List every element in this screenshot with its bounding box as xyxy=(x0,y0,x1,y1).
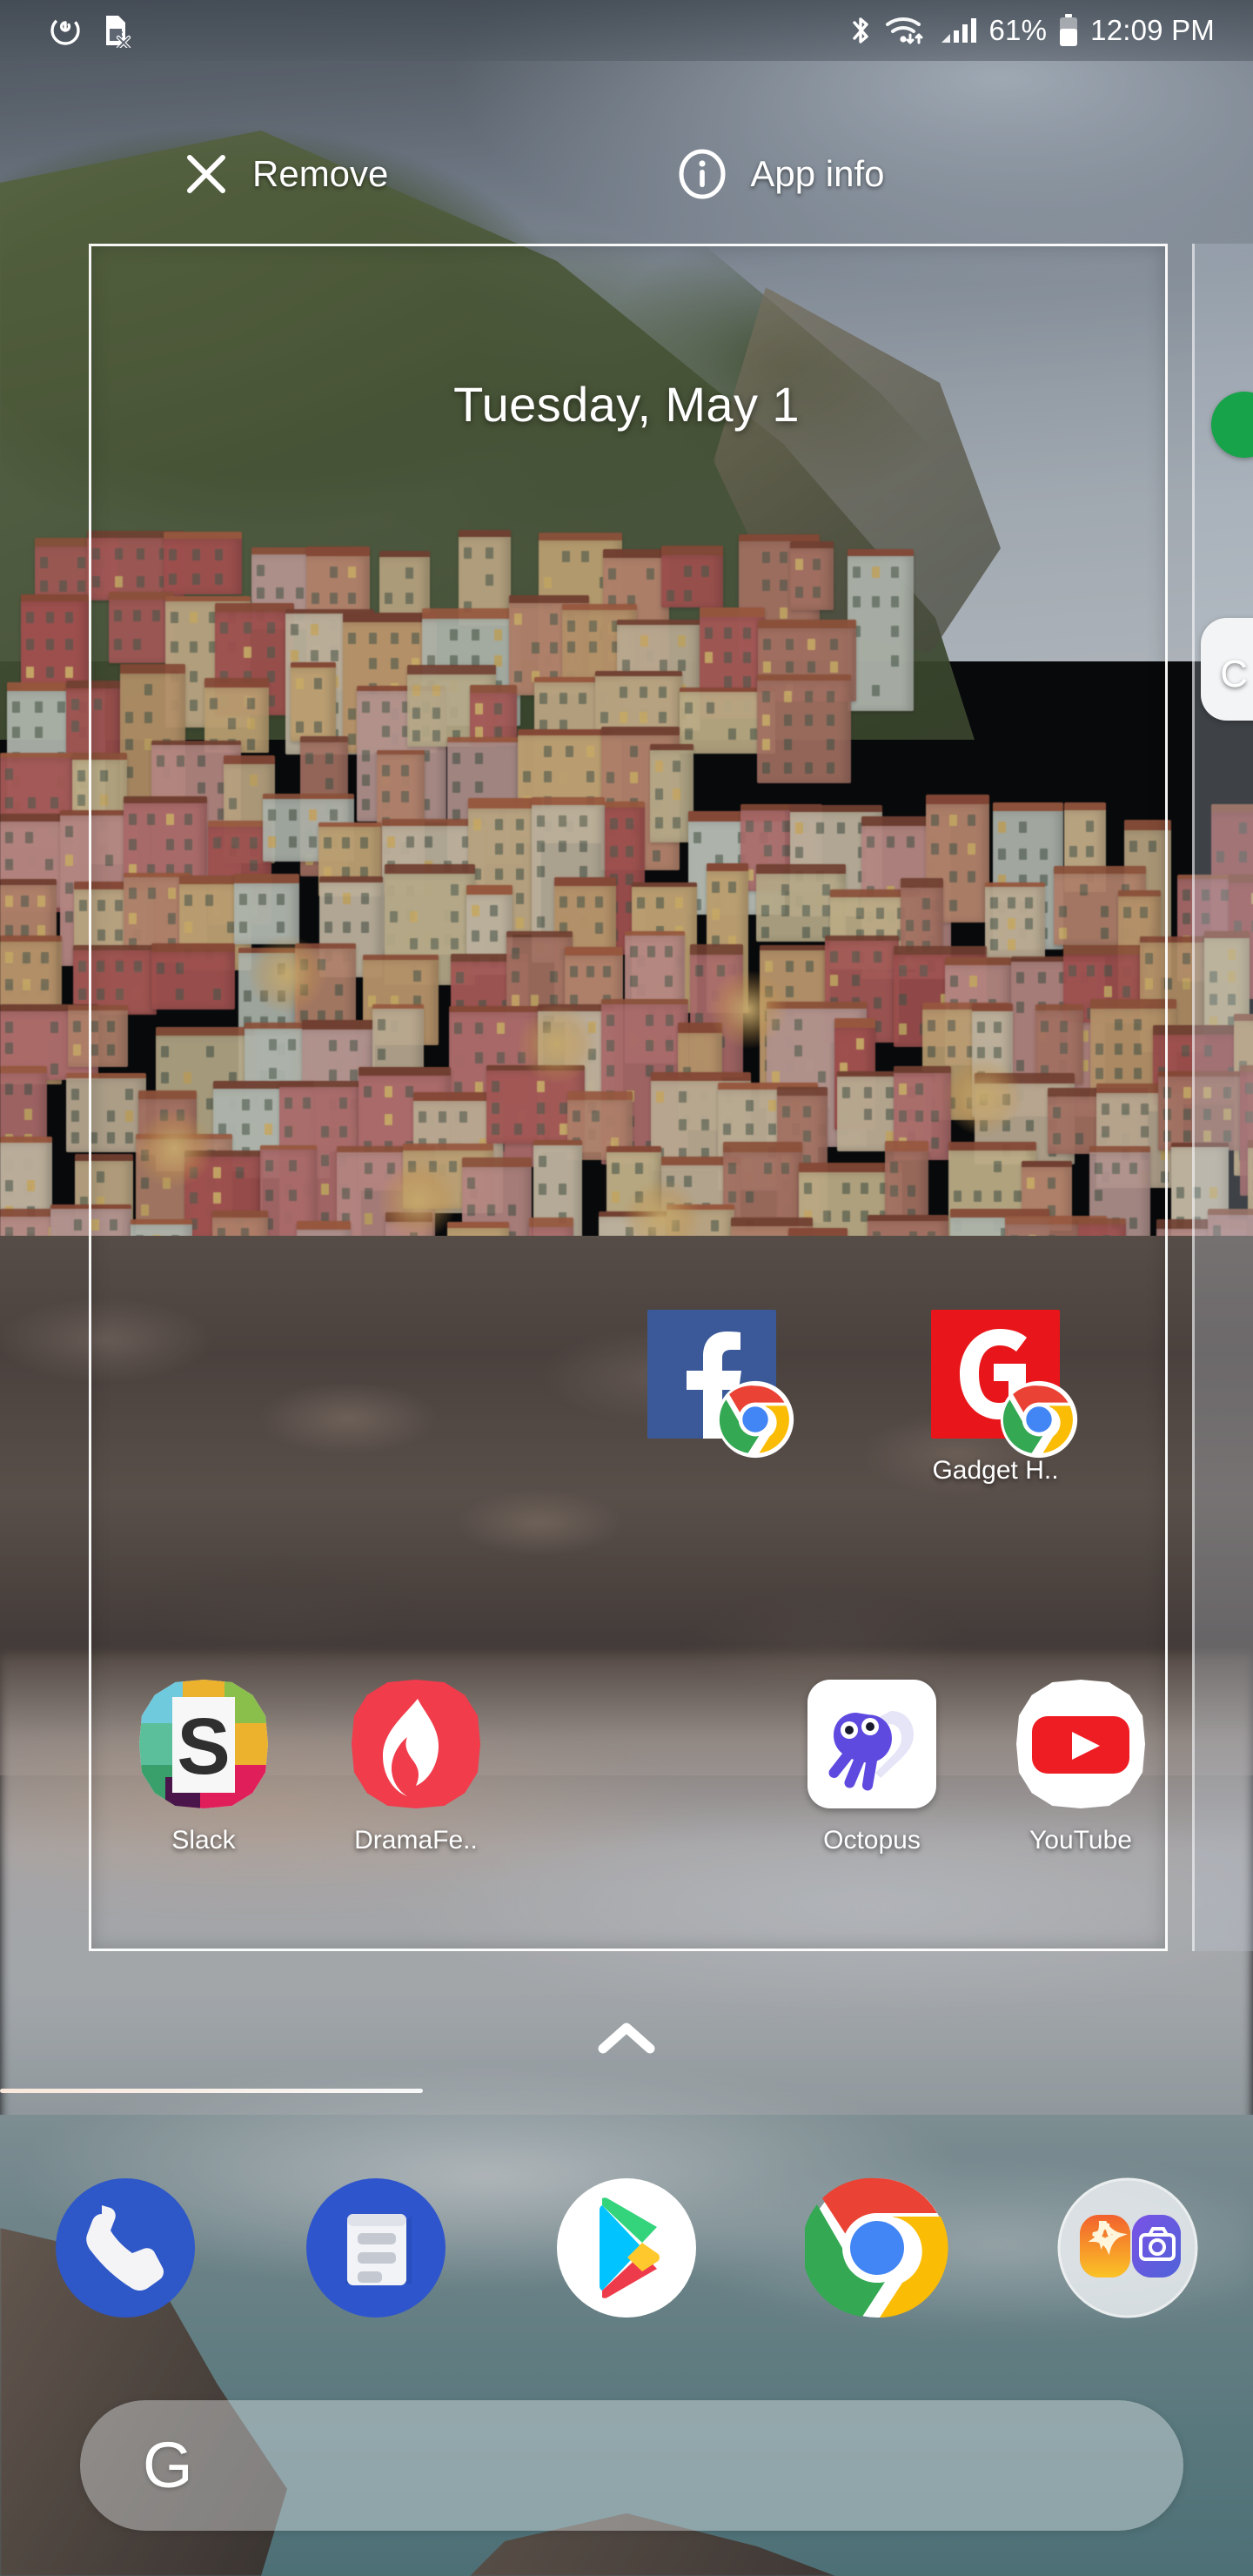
camera-icon xyxy=(1132,2215,1181,2277)
messages-icon xyxy=(306,2178,446,2318)
chevron-up-icon xyxy=(598,2023,655,2054)
app-info-button[interactable]: App info xyxy=(677,149,885,199)
app-info-label: App info xyxy=(750,153,885,194)
dock-item-chrome[interactable] xyxy=(752,2176,1002,2320)
google-g-logo: G xyxy=(143,2429,193,2501)
cellular-signal-icon xyxy=(941,18,977,43)
slack-icon: S xyxy=(139,1680,268,1808)
bluetooth-icon xyxy=(853,17,869,44)
home-icon-octopus[interactable]: Octopus xyxy=(769,1680,975,1855)
remove-label: Remove xyxy=(252,153,389,194)
home-icon-label: Octopus xyxy=(823,1826,921,1855)
dramafever-icon xyxy=(352,1680,480,1808)
facebook-shortcut-icon xyxy=(647,1310,794,1459)
gadget-hacks-shortcut-icon xyxy=(931,1310,1078,1459)
clock-label: 12:09 PM xyxy=(1090,14,1215,46)
battery-icon xyxy=(1060,14,1078,46)
dock-item-phone[interactable] xyxy=(0,2176,251,2320)
status-bar-right: 61% 12:09 PM xyxy=(848,12,1253,49)
home-icon-slack[interactable]: S Slack xyxy=(101,1680,306,1855)
chrome-badge-icon xyxy=(716,1380,794,1459)
chrome-badge-icon xyxy=(1000,1380,1078,1459)
youtube-icon xyxy=(1016,1680,1145,1808)
google-search-bar[interactable]: G xyxy=(80,2400,1183,2531)
date-widget[interactable]: Tuesday, May 1 xyxy=(0,376,1253,433)
status-bar: 61% 12:09 PM xyxy=(0,0,1253,61)
alarm-clock-icon xyxy=(50,16,80,45)
folder-icon xyxy=(1057,2177,1198,2318)
home-icon-label: Gadget H.. xyxy=(932,1456,1059,1485)
dock xyxy=(0,2157,1253,2339)
app-drawer-indicator[interactable] xyxy=(0,2019,1253,2063)
octopus-icon xyxy=(807,1680,936,1808)
home-icon-dramafever[interactable]: DramaFe.. xyxy=(313,1680,519,1855)
no-sim-card-icon xyxy=(106,16,131,48)
page-drag-line xyxy=(0,2089,423,2093)
home-icon-gadget-hacks[interactable]: Gadget H.. xyxy=(893,1310,1098,1485)
close-x-icon xyxy=(187,155,225,193)
home-icon-facebook[interactable] xyxy=(609,1310,814,1459)
gallery-icon xyxy=(1080,2215,1130,2277)
status-bar-left xyxy=(0,13,132,48)
dock-item-media-folder[interactable] xyxy=(1002,2176,1253,2320)
svg-text:S: S xyxy=(177,1702,230,1791)
home-icon-label: YouTube xyxy=(1029,1826,1132,1855)
remove-button[interactable]: Remove xyxy=(183,151,388,198)
battery-percent-label: 61% xyxy=(988,14,1048,46)
drag-action-bar: Remove App info xyxy=(0,131,1253,218)
home-icon-label: DramaFe.. xyxy=(354,1826,478,1855)
play-store-icon xyxy=(557,2178,696,2318)
chrome-icon xyxy=(805,2177,948,2318)
dock-item-messages[interactable] xyxy=(251,2176,501,2320)
wifi-icon xyxy=(886,17,923,44)
info-circle-icon xyxy=(679,149,726,199)
home-icon-youtube[interactable]: YouTube xyxy=(978,1680,1183,1855)
dock-item-play-store[interactable] xyxy=(501,2176,752,2320)
phone-icon xyxy=(56,2178,195,2318)
search-input[interactable] xyxy=(192,2444,1183,2487)
home-icon-label: Slack xyxy=(171,1826,236,1855)
